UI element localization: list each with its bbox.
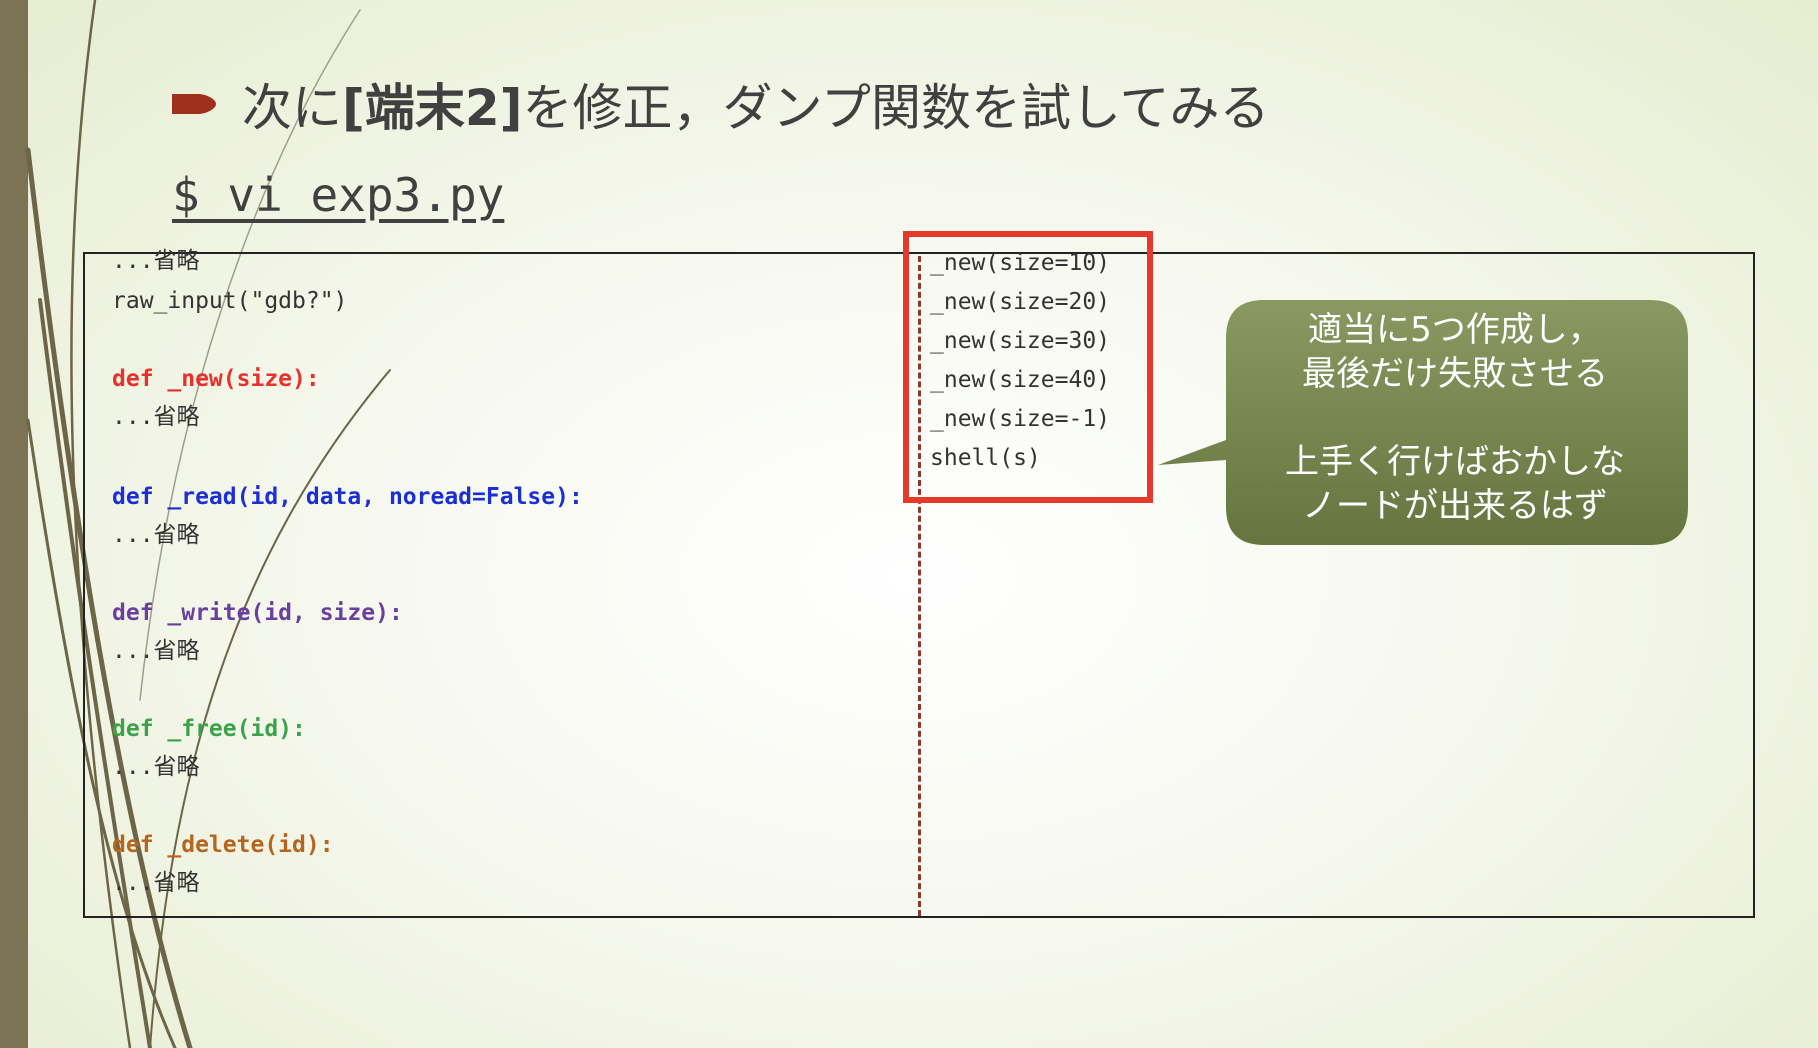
code-def-line: def _write(id, size): bbox=[112, 600, 403, 626]
callout-line-1: 適当に5つ作成し， bbox=[1308, 310, 1602, 350]
slide-title-row: 次に[端末2]を修正，ダンプ関数を試してみる bbox=[172, 72, 1270, 137]
title-prefix: 次に bbox=[242, 79, 342, 137]
code-line: ...省略 bbox=[112, 638, 200, 664]
code-def-line: def _new(size): bbox=[112, 366, 320, 392]
callout-line-3: 上手く行けばおかしな bbox=[1285, 442, 1625, 482]
command-text: $ vi exp3.py bbox=[172, 168, 505, 222]
code-line: ...省略 bbox=[112, 404, 200, 430]
code-line: ...省略 bbox=[112, 754, 200, 780]
title-bold: [端末2] bbox=[342, 79, 523, 137]
code-line: ...省略 bbox=[112, 522, 200, 548]
title-suffix: を修正，ダンプ関数を試してみる bbox=[522, 79, 1270, 137]
callout-line-2: 最後だけ失敗させる bbox=[1302, 354, 1608, 394]
slide-side-bar bbox=[0, 0, 28, 1048]
code-line: raw_input("gdb?") bbox=[112, 288, 348, 314]
slide-title: 次に[端末2]を修正，ダンプ関数を試してみる bbox=[242, 68, 1270, 140]
code-line: ...省略 bbox=[112, 248, 200, 274]
code-def-line: def _read(id, data, noread=False): bbox=[112, 484, 583, 510]
highlight-box bbox=[903, 231, 1153, 503]
code-def-line: def _free(id): bbox=[112, 716, 306, 742]
code-line: ...省略 bbox=[112, 870, 200, 896]
arrow-bullet-icon bbox=[172, 94, 216, 114]
code-def-line: def _delete(id): bbox=[112, 832, 334, 858]
callout-line-4: ノードが出来るはず bbox=[1302, 486, 1608, 526]
callout-text: 適当に5つ作成し， 最後だけ失敗させる 上手く行けばおかしな ノードが出来るはず bbox=[1232, 308, 1678, 528]
